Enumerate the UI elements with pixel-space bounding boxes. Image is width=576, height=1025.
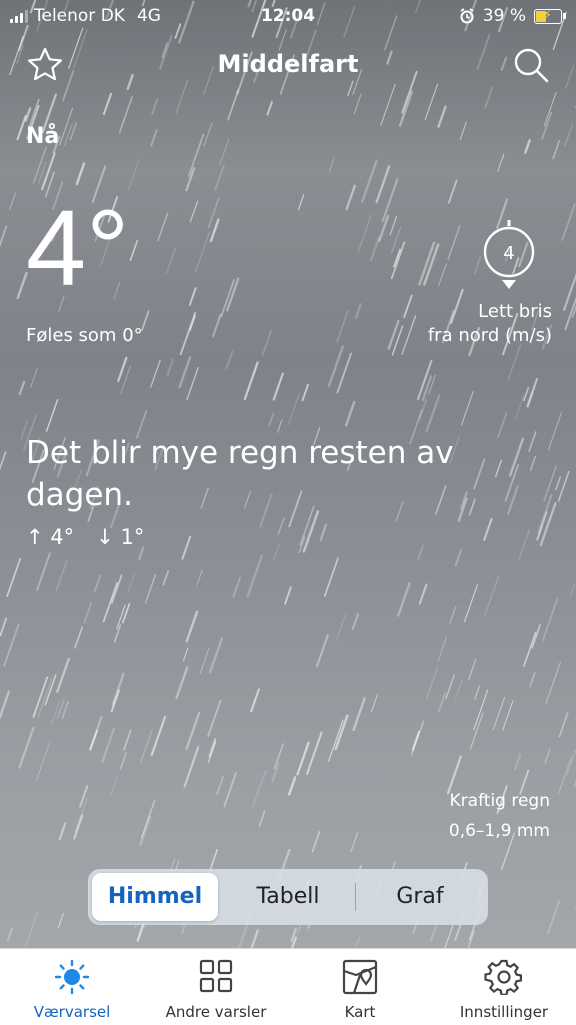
- arrow-up-icon: ↑: [26, 525, 44, 549]
- location-title: Middelfart: [217, 50, 359, 78]
- wind-description: Lett bris: [478, 301, 552, 322]
- top-bar: Middelfart: [0, 40, 576, 92]
- battery-percent: 39 %: [482, 6, 526, 26]
- high-temp: 4°: [50, 525, 75, 549]
- segment-graf[interactable]: Graf: [356, 873, 484, 921]
- precipitation-info: Kraftig regn 0,6–1,9 mm: [449, 786, 550, 846]
- current-temperature: 4°: [26, 187, 130, 308]
- tab-label: Innstillinger: [459, 1003, 549, 1021]
- tab-vaervarsel[interactable]: Værvarsel: [0, 949, 144, 1025]
- now-label: Nå: [26, 124, 60, 149]
- arrow-down-icon: ↓: [96, 525, 114, 549]
- feels-like: Føles som 0°: [26, 325, 143, 346]
- wind-speed: 4: [503, 243, 514, 264]
- view-switcher: Himmel Tabell Graf: [88, 869, 488, 925]
- battery-icon: ⚡: [534, 8, 566, 24]
- tab-innstillinger[interactable]: Innstillinger: [432, 949, 576, 1025]
- search-icon[interactable]: [512, 46, 550, 84]
- forecast-summary: Det blir mye regn resten av dagen.: [26, 435, 454, 513]
- high-low: ↑ 4° ↓ 1°: [26, 525, 144, 549]
- alarm-icon: [460, 8, 474, 24]
- low-temp: 1°: [120, 525, 145, 549]
- wind-direction-icon: 4: [483, 220, 535, 289]
- tab-andre-varsler[interactable]: Andre varsler: [144, 949, 288, 1025]
- wind-direction: fra nord (m/s): [427, 325, 552, 346]
- tab-bar: Værvarsel Andre varsler Kart Innstilling…: [0, 948, 576, 1025]
- gear-icon: [484, 959, 522, 995]
- tab-label: Andre varsler: [165, 1003, 267, 1021]
- segment-himmel[interactable]: Himmel: [92, 873, 218, 921]
- tab-label: Kart: [344, 1003, 376, 1021]
- tab-kart[interactable]: Kart: [288, 949, 432, 1025]
- segment-tabell[interactable]: Tabell: [222, 873, 354, 921]
- tab-label: Værvarsel: [33, 1003, 111, 1021]
- precip-type: Kraftig regn: [449, 791, 550, 811]
- grid-icon: [199, 959, 233, 993]
- precip-amount: 0,6–1,9 mm: [448, 821, 550, 841]
- status-bar: Telenor DK 4G 12:04 39 % ⚡: [0, 0, 576, 34]
- sun-icon: [54, 959, 90, 995]
- map-icon: [342, 959, 378, 995]
